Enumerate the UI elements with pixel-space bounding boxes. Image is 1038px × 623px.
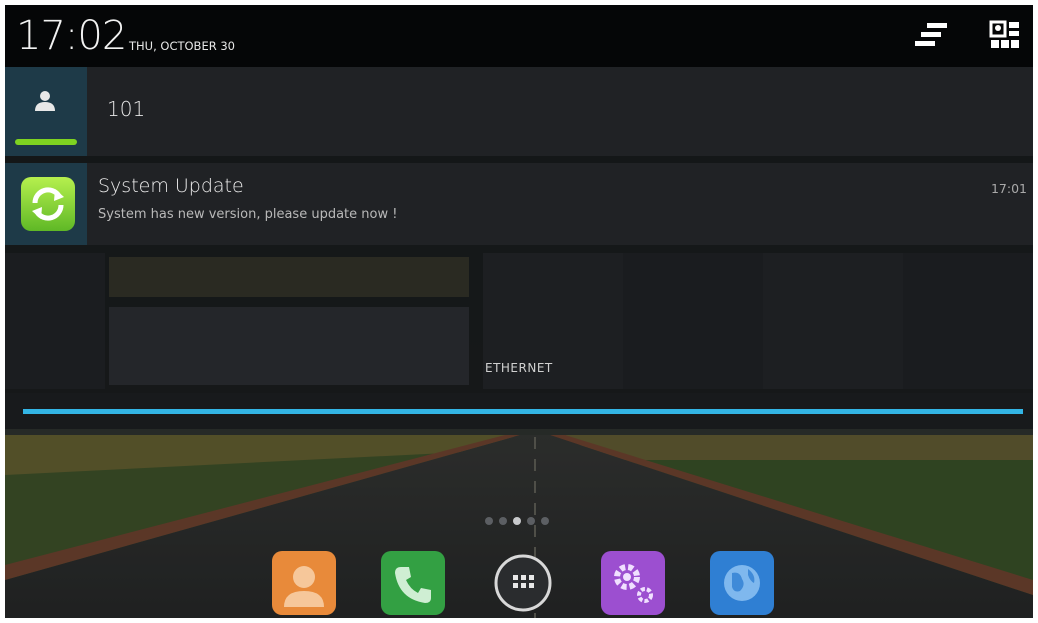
page-dot bbox=[527, 517, 535, 525]
page-dot bbox=[541, 517, 549, 525]
notification-settings-icon[interactable] bbox=[913, 20, 949, 50]
ethernet-label[interactable]: ETHERNET bbox=[485, 361, 553, 375]
status-bar: 17:02 THU, OCTOBER 30 bbox=[5, 5, 1033, 67]
quick-settings-area: ETHERNET bbox=[5, 253, 1033, 389]
user-row[interactable]: 101 bbox=[5, 67, 1033, 156]
system-update-icon bbox=[21, 177, 75, 231]
progress-track bbox=[23, 409, 1023, 414]
page-dot bbox=[485, 517, 493, 525]
date-label: THU, OCTOBER 30 bbox=[129, 39, 235, 53]
contacts-icon bbox=[272, 551, 336, 615]
dock-phone[interactable] bbox=[381, 551, 445, 615]
active-indicator bbox=[15, 139, 77, 145]
app-drawer-icon bbox=[494, 554, 552, 612]
phone-icon bbox=[381, 551, 445, 615]
clock: 17:02 bbox=[16, 13, 127, 59]
notification-title: System Update bbox=[98, 175, 244, 197]
progress-fill bbox=[23, 409, 1023, 414]
browser-icon bbox=[710, 551, 774, 615]
dock-browser[interactable] bbox=[710, 551, 774, 615]
dock-app-drawer[interactable] bbox=[491, 551, 555, 615]
quick-settings-icon[interactable] bbox=[989, 20, 1023, 54]
notification-text: System has new version, please update no… bbox=[98, 207, 398, 222]
page-dot bbox=[513, 517, 521, 525]
dock-settings[interactable] bbox=[601, 551, 665, 615]
user-icon bbox=[35, 91, 55, 111]
page-dot bbox=[499, 517, 507, 525]
notification-panel: 101 System Update System has new version… bbox=[5, 67, 1033, 429]
panel-handle[interactable] bbox=[5, 393, 1033, 429]
user-tab[interactable] bbox=[5, 67, 87, 156]
dock-contacts[interactable] bbox=[272, 551, 336, 615]
user-label: 101 bbox=[107, 97, 146, 121]
notification-item[interactable]: System Update System has new version, pl… bbox=[5, 163, 1033, 245]
settings-icon bbox=[601, 551, 665, 615]
device-screen: 17:02 THU, OCTOBER 30 101 System Update … bbox=[5, 5, 1033, 618]
notification-time: 17:01 bbox=[990, 181, 1027, 196]
notification-icon-box bbox=[5, 163, 87, 245]
